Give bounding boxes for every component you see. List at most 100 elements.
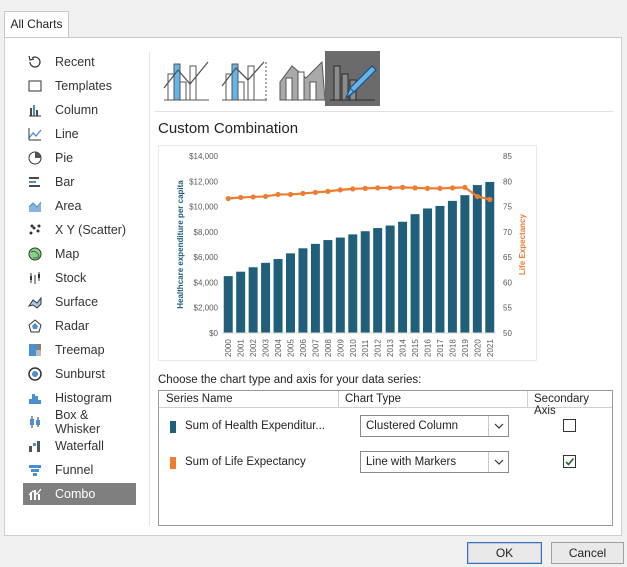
sidebar-item-x-y-scatter[interactable]: X Y (Scatter) [23,219,136,241]
combo-chart: $0 $2,000 $4,000 $6,000 $8,000 $10,000 $12,000… [176,152,527,357]
secondary-axis-checkbox[interactable] [563,455,576,468]
sidebar-item-label: Box & Whisker [55,408,101,436]
sidebar-item-recent[interactable]: Recent [23,51,136,73]
sidebar-item-treemap[interactable]: Treemap [23,339,136,361]
column-chart-icon [27,102,43,118]
y2-tick-label: 75 [503,203,512,212]
x-tick-label: 2001 [237,339,246,357]
y-tick-label: $4,000 [194,278,219,287]
header-chart-type: Chart Type [345,393,402,405]
header-divider[interactable] [527,391,528,408]
subtype-clustered-column-line-secondary-axis[interactable] [217,51,272,106]
sidebar-item-label: Area [55,199,82,213]
sidebar-item-column[interactable]: Column [23,99,136,121]
y2-tick-label: 65 [503,253,512,262]
sunburst-chart-icon [27,366,43,382]
sidebar-item-label: Bar [55,175,75,189]
bar [286,253,295,333]
line-marker [399,184,406,190]
bar [435,205,445,333]
secondary-axis-checkbox[interactable] [563,419,576,432]
y2-axis-title: Life Expectancy [518,213,527,274]
x-tick-label: 2021 [486,339,495,357]
templates-icon [27,78,43,94]
waterfall-chart-icon [27,438,43,454]
x-tick-label: 2017 [436,339,445,357]
sidebar-item-waterfall[interactable]: Waterfall [23,435,136,457]
custom-combination-icon [330,65,377,101]
chart-type-sidebar: Recent Templates Column Line Pie Bar Area X Y (… [14,51,140,527]
y-tick-label: $6,000 [194,253,219,262]
sidebar-item-combo[interactable]: Combo [23,483,136,505]
x-tick-label: 2002 [249,339,258,357]
y-tick-label: $2,000 [194,304,219,313]
subtype-stacked-area-clustered-column[interactable] [275,51,330,106]
funnel-chart-icon [27,462,43,478]
sidebar-divider [149,52,150,526]
header-divider[interactable] [338,391,339,408]
scatter-chart-icon [27,222,43,238]
bar [447,200,457,333]
y2-tick-label: 55 [503,304,512,313]
chart-type-value: Clustered Column [366,420,459,432]
x-tick-label: 2000 [224,339,233,357]
ok-button[interactable]: OK [467,542,542,564]
bar [385,225,395,333]
line-marker [275,191,281,198]
surface-chart-icon [27,294,43,310]
sidebar-item-templates[interactable]: Templates [23,75,136,97]
line-marker [437,185,443,191]
chart-type-dropdown[interactable]: Line with Markers [360,451,509,473]
radar-chart-icon [27,318,43,334]
chevron-down-icon[interactable] [488,416,508,436]
bar [310,243,320,333]
pie-chart-icon [27,150,43,166]
line-marker [312,189,319,196]
sidebar-item-histogram[interactable]: Histogram [23,387,136,409]
chart-preview: $0 $2,000 $4,000 $6,000 $8,000 $10,000 $12,000… [158,145,537,361]
sidebar-item-box-whisker[interactable]: Box & Whisker [23,408,136,436]
bar [335,237,345,333]
sidebar-item-stock[interactable]: Stock [23,267,136,289]
sidebar-item-area[interactable]: Area [23,195,136,217]
sidebar-item-pie[interactable]: Pie [23,147,136,169]
dialog-panel: Recent Templates Column Line Pie Bar Area X Y (… [4,37,622,536]
series-name: Sum of Health Expenditur... [185,420,325,432]
sidebar-item-radar[interactable]: Radar [23,315,136,337]
stacked-area-clustered-column-icon [279,60,326,101]
subtype-clustered-column-line[interactable] [159,51,214,106]
chart-type-dropdown[interactable]: Clustered Column [360,415,509,437]
bar [223,276,233,333]
x-tick-label: 2004 [274,339,283,357]
sidebar-item-label: X Y (Scatter) [55,223,127,237]
histogram-chart-icon [27,390,43,406]
sidebar-item-bar[interactable]: Bar [23,171,136,193]
chevron-down-icon[interactable] [488,452,508,472]
sidebar-item-funnel[interactable]: Funnel [23,459,136,481]
line-marker [225,195,231,202]
x-tick-label: 2018 [448,339,457,357]
line-marker [462,184,468,190]
line-marker [424,185,431,191]
sidebar-item-line[interactable]: Line [23,123,136,145]
combo-chart-icon [27,486,43,502]
recent-icon [27,54,43,70]
sidebar-item-map[interactable]: Map [23,243,136,265]
x-tick-label: 2020 [473,339,482,357]
y2-tick-label: 80 [503,177,512,186]
bar [236,271,246,333]
subtype-custom-combination[interactable] [325,51,380,106]
line-marker [375,185,381,191]
bar [485,181,495,333]
tab-strip: All Charts [0,0,627,38]
sidebar-item-surface[interactable]: Surface [23,291,136,313]
cancel-button[interactable]: Cancel [551,542,624,564]
line-marker [325,188,331,194]
sidebar-item-label: Templates [55,79,112,93]
sidebar-item-sunburst[interactable]: Sunburst [23,363,136,385]
y2-tick-label: 85 [503,152,512,161]
x-tick-label: 2013 [386,339,395,357]
bar [423,208,432,333]
tab-all-charts[interactable]: All Charts [4,11,69,38]
series-instructions: Choose the chart type and axis for your … [158,374,422,386]
